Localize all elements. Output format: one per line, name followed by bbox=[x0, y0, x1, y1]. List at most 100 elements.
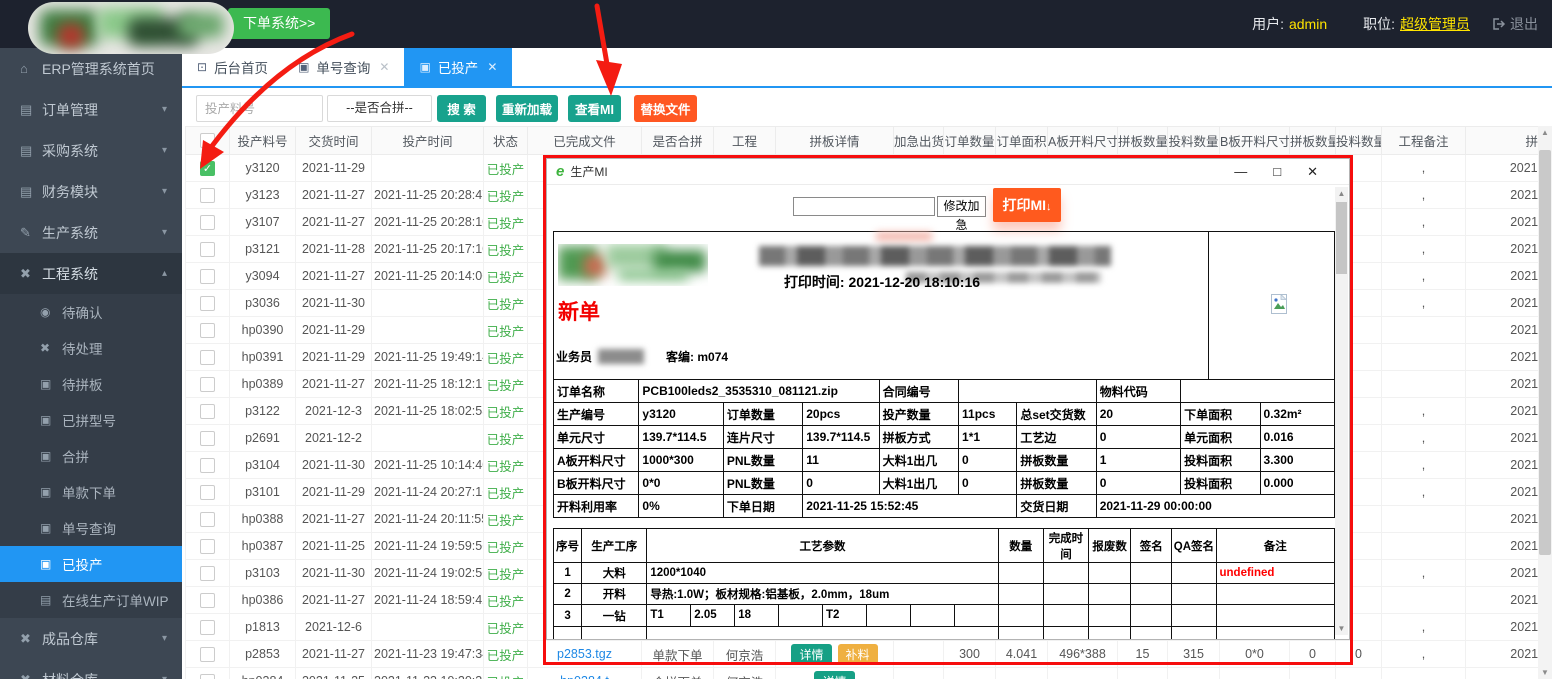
sidebar-item-finance[interactable]: ▤财务模块▾ bbox=[0, 171, 182, 212]
column-header: 投产时间 bbox=[372, 127, 484, 155]
scroll-up-icon[interactable]: ▲ bbox=[1538, 126, 1552, 139]
modal-scrollbar[interactable]: ▲ ▼ bbox=[1335, 187, 1348, 635]
minimize-icon[interactable]: — bbox=[1234, 164, 1247, 180]
sidebar-item-finished-warehouse[interactable]: ✖成品仓库▾ bbox=[0, 618, 182, 659]
cell-checkbox bbox=[186, 614, 230, 641]
cell-checkbox bbox=[186, 236, 230, 263]
role-value[interactable]: 超级管理员 bbox=[1400, 14, 1470, 34]
close-icon[interactable]: ✕ bbox=[1307, 164, 1318, 180]
row-checkbox[interactable] bbox=[200, 647, 215, 662]
sidebar-item-pending-confirm[interactable]: ◉待确认 bbox=[0, 294, 182, 330]
sidebar-item-erp-home[interactable]: ⌂ERP管理系统首页 bbox=[0, 48, 182, 89]
sidebar-item-wip[interactable]: ▤在线生产订单WIP bbox=[0, 582, 182, 618]
material-number-input[interactable] bbox=[196, 95, 323, 122]
urgent-input[interactable] bbox=[793, 197, 935, 216]
logout-button[interactable]: 退出 bbox=[1492, 14, 1538, 34]
scroll-down-icon[interactable]: ▼ bbox=[1538, 666, 1552, 679]
cell-checkbox bbox=[186, 560, 230, 587]
sidebar-item-paneled-models[interactable]: ▣已拼型号 bbox=[0, 402, 182, 438]
print-mi-button[interactable]: 打印MI↓ bbox=[993, 188, 1061, 222]
detail-button[interactable]: 详情 bbox=[791, 644, 831, 665]
file-link[interactable]: hp0384.t bbox=[560, 674, 609, 679]
cell-eng-remark: , bbox=[1382, 209, 1466, 236]
modal-scroll-down-icon[interactable]: ▼ bbox=[1335, 622, 1348, 635]
detail-button[interactable]: 详情 bbox=[814, 671, 854, 679]
row-checkbox[interactable] bbox=[200, 377, 215, 392]
process-empty-cell bbox=[647, 627, 998, 641]
cell-delivery-time: 2021-11-27 bbox=[296, 641, 372, 668]
cell-checkbox bbox=[186, 587, 230, 614]
cell-eng-remark bbox=[1382, 344, 1466, 371]
cell-delivery-time: 2021-11-25 bbox=[296, 533, 372, 560]
row-checkbox[interactable] bbox=[200, 350, 215, 365]
process-no: 2 bbox=[554, 584, 582, 605]
modal-scrollbar-thumb[interactable] bbox=[1336, 202, 1347, 274]
row-checkbox[interactable] bbox=[200, 215, 215, 230]
close-icon[interactable]: ✕ bbox=[379, 60, 389, 74]
sidebar-item-purchase[interactable]: ▤采购系统▾ bbox=[0, 130, 182, 171]
table-row: hp03842021-11-252021-11-23 19:20:34已投产hp… bbox=[186, 668, 1552, 679]
row-checkbox[interactable] bbox=[200, 242, 215, 257]
row-checkbox[interactable]: ✓ bbox=[200, 161, 215, 176]
row-checkbox[interactable] bbox=[200, 566, 215, 581]
page-scrollbar[interactable]: ▲ ▼ bbox=[1538, 126, 1552, 679]
mi-info-cell: 交货日期 bbox=[1017, 495, 1096, 518]
cell-material-id: y3094 bbox=[230, 263, 296, 290]
cell-eng-remark: , bbox=[1382, 641, 1466, 668]
sidebar-item-pending-panel[interactable]: ▣待拼板 bbox=[0, 366, 182, 402]
tab-order-query[interactable]: ▣单号查询✕ bbox=[283, 48, 404, 86]
supplement-button[interactable]: 补料 bbox=[838, 644, 878, 665]
sidebar-item-order-query[interactable]: ▣单号查询 bbox=[0, 510, 182, 546]
sidebar-item-production[interactable]: ✎生产系统▾ bbox=[0, 212, 182, 253]
order-system-button[interactable]: 下单系统>> bbox=[228, 8, 330, 39]
modal-scroll-up-icon[interactable]: ▲ bbox=[1335, 187, 1348, 200]
select-all-checkbox[interactable] bbox=[200, 133, 215, 148]
cell-delivery-time: 2021-11-29 bbox=[296, 344, 372, 371]
row-checkbox[interactable] bbox=[200, 620, 215, 635]
replace-file-button[interactable]: 替换文件 bbox=[634, 95, 697, 122]
tab-bar: ⊡后台首页▣单号查询✕▣已投产✕ bbox=[182, 48, 1552, 88]
row-checkbox[interactable] bbox=[200, 296, 215, 311]
cell-eng-remark: , bbox=[1382, 155, 1466, 182]
process-params: T12.0518T2 bbox=[647, 605, 998, 627]
cell-b-cut-size bbox=[1220, 668, 1290, 679]
maximize-icon[interactable]: □ bbox=[1273, 164, 1281, 180]
row-checkbox[interactable] bbox=[200, 323, 215, 338]
tab-invested[interactable]: ▣已投产✕ bbox=[404, 48, 512, 86]
combine-select[interactable]: --是否合拼-- bbox=[327, 95, 432, 122]
cell-panel-detail: 详情补料 bbox=[776, 641, 894, 668]
sidebar-item-combine[interactable]: ▣合拼 bbox=[0, 438, 182, 474]
sidebar-item-engineering[interactable]: ✖工程系统▴ bbox=[0, 253, 182, 294]
sidebar-item-material-warehouse[interactable]: ✖材料仓库▾ bbox=[0, 659, 182, 679]
row-checkbox[interactable] bbox=[200, 431, 215, 446]
process-qa-sign bbox=[1172, 605, 1216, 627]
file-link[interactable]: p2853.tgz bbox=[557, 647, 612, 661]
cell-order-area: 4.041 bbox=[996, 641, 1048, 668]
row-checkbox[interactable] bbox=[200, 485, 215, 500]
row-checkbox[interactable] bbox=[200, 593, 215, 608]
sidebar-item-pending-process[interactable]: ✖待处理 bbox=[0, 330, 182, 366]
view-mi-button[interactable]: 查看MI bbox=[568, 95, 621, 122]
column-header: 投料数量 bbox=[1168, 127, 1220, 155]
process-param-cells: T12.0518T2 bbox=[647, 605, 997, 626]
row-checkbox[interactable] bbox=[200, 512, 215, 527]
tab-label: 单号查询 bbox=[316, 57, 370, 77]
search-button[interactable]: 搜 索 bbox=[437, 95, 486, 122]
row-checkbox[interactable] bbox=[200, 458, 215, 473]
row-checkbox[interactable] bbox=[200, 674, 215, 679]
sidebar-item-order-mgmt[interactable]: ▤订单管理▾ bbox=[0, 89, 182, 130]
reload-button[interactable]: 重新加载 bbox=[496, 95, 558, 122]
row-checkbox[interactable] bbox=[200, 539, 215, 554]
scrollbar-thumb[interactable] bbox=[1539, 150, 1551, 555]
row-checkbox[interactable] bbox=[200, 188, 215, 203]
sidebar-item-single-order[interactable]: ▣单款下单 bbox=[0, 474, 182, 510]
row-checkbox[interactable] bbox=[200, 269, 215, 284]
row-checkbox[interactable] bbox=[200, 404, 215, 419]
sidebar-item-invested[interactable]: ▣已投产 bbox=[0, 546, 182, 582]
cell-eng-remark bbox=[1382, 668, 1466, 679]
close-icon[interactable]: ✕ bbox=[487, 60, 497, 74]
cell-material-id: y3107 bbox=[230, 209, 296, 236]
modify-urgent-button[interactable]: 修改加急 bbox=[937, 196, 986, 217]
mi-info-cell: 0.32m² bbox=[1260, 403, 1334, 426]
process-column-header: 签名 bbox=[1131, 529, 1172, 563]
